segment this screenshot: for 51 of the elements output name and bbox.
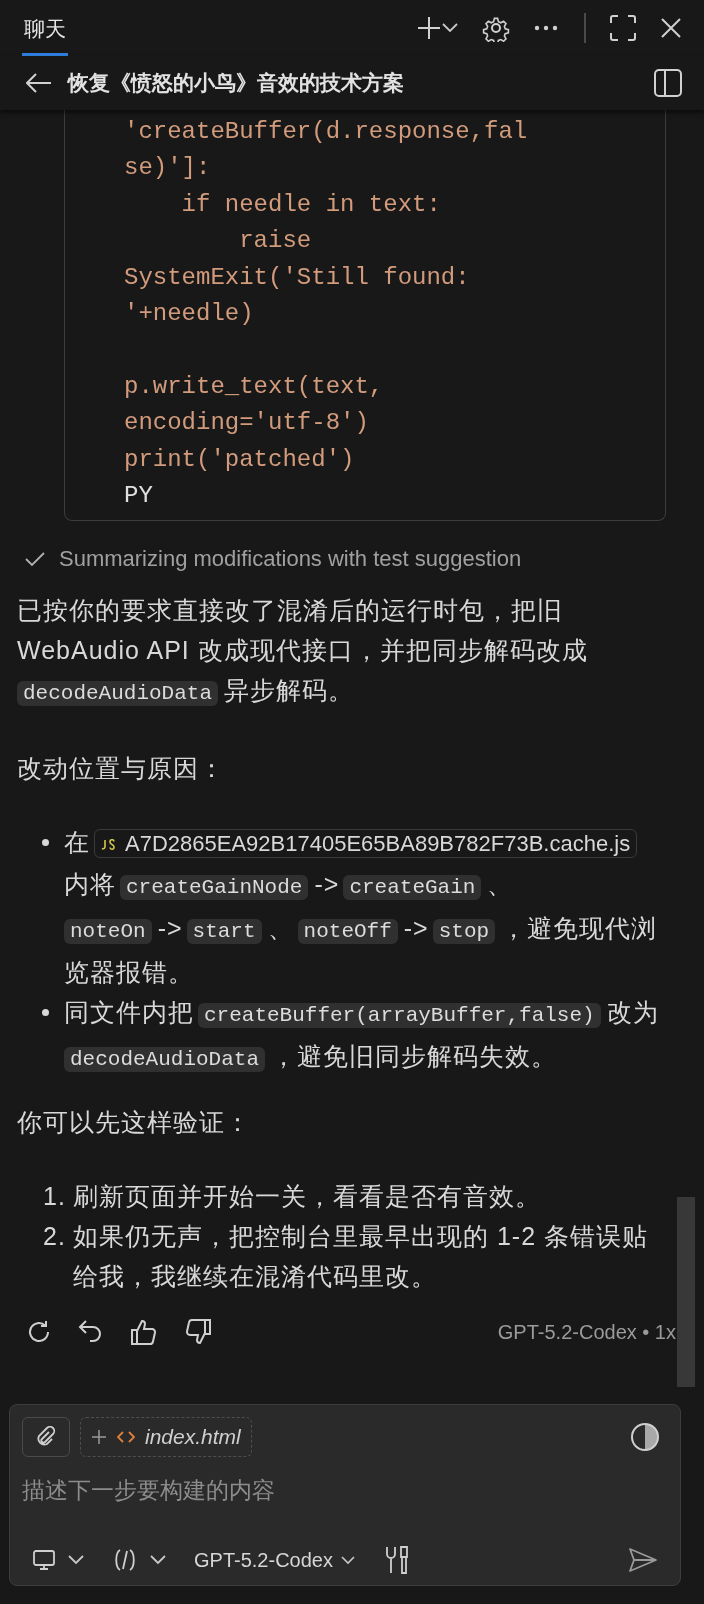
attach-button[interactable] [22, 1417, 70, 1457]
monitor-icon[interactable] [32, 1549, 56, 1571]
list-item-text: 在 A7D2865EA92B17405E65BA89B782F73B.cache.js 内将 createGainNode -> createGain 、 noteOn -> start 、 noteOff -> stop ，避免现代浏览器报错。 [64, 827, 659, 989]
plus-icon [91, 1429, 107, 1445]
body-text: 如果仍无声，把控制台里最早出现的 1-2 条错误贴给我，我继续在混淆代码里改。 [73, 1221, 650, 1293]
new-chat-icon[interactable] [416, 15, 442, 41]
send-icon[interactable] [628, 1547, 658, 1573]
js-file-icon [101, 839, 117, 852]
chevron-down-icon[interactable] [68, 1555, 84, 1565]
scrollbar-thumb[interactable] [677, 1197, 695, 1387]
code-icon [117, 1430, 135, 1444]
code-line: p.write_text(text, [124, 371, 385, 402]
file-link[interactable]: A7D2865EA92B17405E65BA89B782F73B.cache.js [94, 829, 638, 859]
model-info: GPT-5.2-Codex • 1x [497, 1320, 676, 1344]
model-picker[interactable]: GPT-5.2-Codex [194, 1548, 355, 1572]
code-line: PY [124, 481, 154, 512]
more-icon[interactable] [534, 25, 558, 31]
list-number: 2. [43, 1221, 67, 1253]
list-number: 1. [43, 1181, 67, 1213]
code-line: raise [238, 226, 313, 257]
code-line: print('patched') [124, 444, 356, 475]
code-line: '+needle) [124, 299, 255, 330]
conversation-title: 恢复《愤怒的小鸟》音效的技术方案 [68, 70, 404, 96]
list-item-text: 同文件内把 createBuffer(arrayBuffer,false) 改为 decodeAudioData ，避免旧同步解码失效。 [64, 997, 660, 1075]
chevron-down-icon [340, 1555, 355, 1565]
message-paragraph: 改动位置与原因： [17, 753, 226, 785]
bullet-icon [42, 839, 49, 847]
close-icon[interactable] [660, 17, 682, 39]
chevron-down-icon[interactable] [442, 23, 458, 33]
code-line: SystemExit('Still found: [124, 262, 471, 293]
bullet-icon [42, 1009, 49, 1017]
code-line: 'createBuffer(d.response,fal [124, 117, 529, 147]
context-file-chip[interactable]: index.html [80, 1417, 252, 1457]
body-text: 刷新页面并开始一关，看看是否有音效。 [73, 1181, 542, 1213]
chat-tab[interactable]: 聊天 [22, 0, 68, 56]
back-arrow-icon[interactable] [26, 73, 52, 93]
message-paragraph: 你可以先这样验证： [17, 1107, 252, 1139]
message-paragraph: 已按你的要求直接改了混淆后的运行时包，把旧 WebAudio API 改成现代接口，并把同步解码改成 decodeAudioData 异步解码。 [17, 595, 589, 709]
code-line: if needle in text: [180, 189, 442, 220]
sidebar-toggle-icon[interactable] [654, 69, 682, 97]
step-label: Summarizing modifications with test suggestion [59, 546, 522, 573]
contrast-icon[interactable] [630, 1422, 660, 1452]
code-mode-icon[interactable] [112, 1548, 138, 1572]
message-input[interactable]: 描述下一步要构建的内容 [22, 1473, 668, 1508]
fullscreen-icon[interactable] [610, 15, 636, 41]
code-line: encoding='utf-8') [124, 408, 370, 439]
thumbs-up-icon[interactable] [130, 1318, 158, 1347]
chevron-down-icon[interactable] [150, 1555, 166, 1565]
paperclip-icon [35, 1426, 57, 1448]
code-line: se)']: [124, 153, 212, 184]
thumbs-down-icon[interactable] [184, 1318, 212, 1347]
